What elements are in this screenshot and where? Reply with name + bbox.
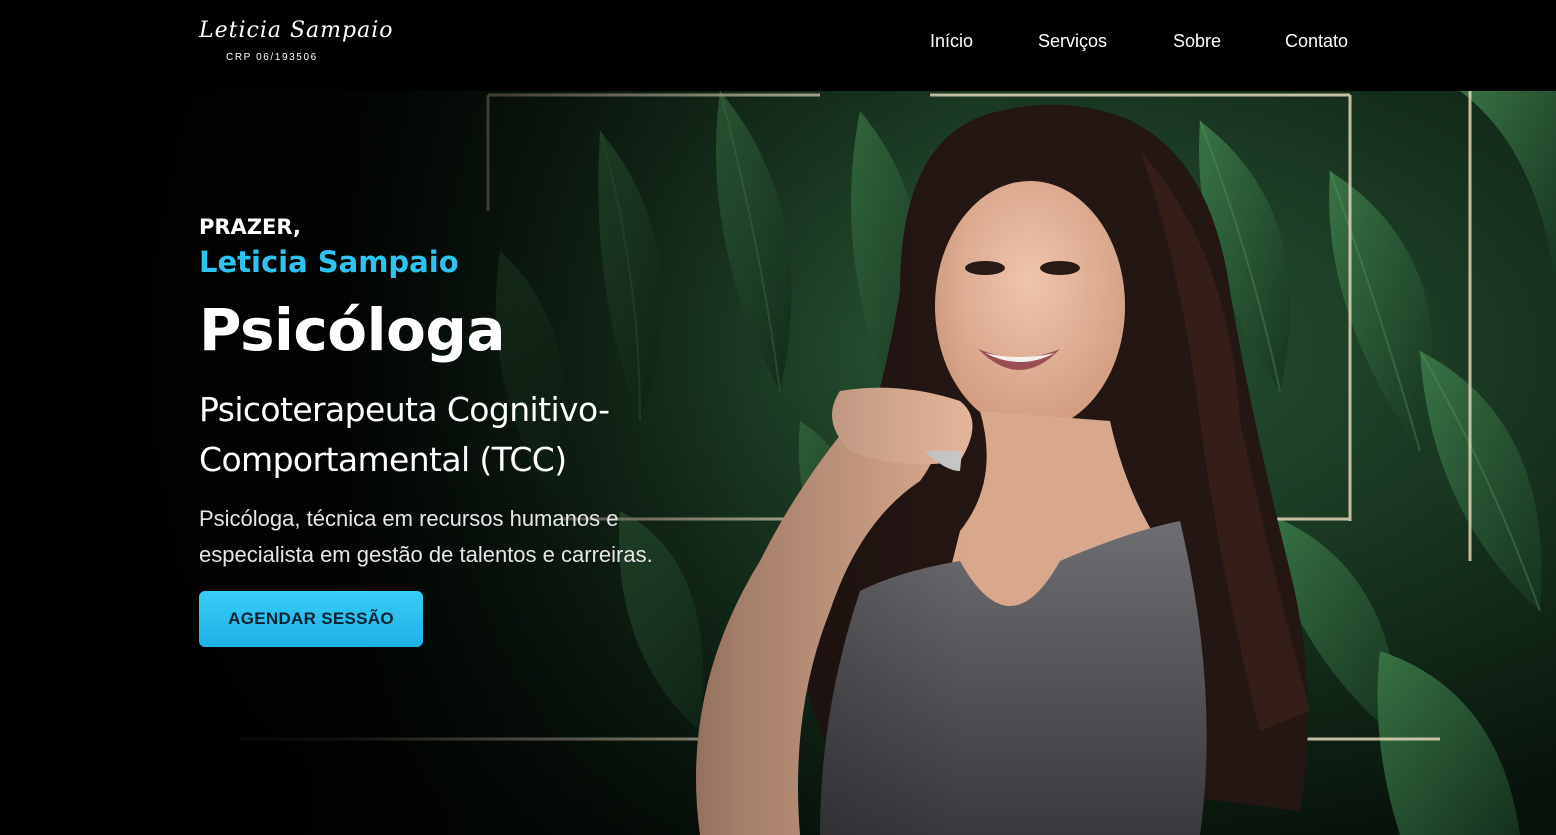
hero-subtitle: Psicoterapeuta Cognitivo-Comportamental … [199, 390, 610, 479]
hero-title: Psicóloga [199, 296, 506, 364]
nav-link-contato[interactable]: Contato [1285, 31, 1348, 52]
site-header: Leticia Sampaio CRP 06/193506 Início Ser… [0, 0, 1556, 91]
hero-description: Psicóloga, técnica em recursos humanos e… [199, 506, 653, 567]
hero-name: Leticia Sampaio [199, 245, 459, 279]
nav-link-inicio[interactable]: Início [930, 31, 973, 52]
hero-greeting: PRAZER, [199, 215, 301, 239]
schedule-session-button[interactable]: AGENDAR SESSÃO [199, 591, 423, 647]
nav-link-servicos[interactable]: Serviços [1038, 31, 1107, 52]
logo[interactable]: Leticia Sampaio CRP 06/193506 [199, 18, 393, 68]
nav-link-sobre[interactable]: Sobre [1173, 31, 1221, 52]
logo-signature: Leticia Sampaio [199, 18, 394, 43]
logo-crp: CRP 06/193506 [226, 52, 318, 63]
hero-section: PRAZER, Leticia Sampaio Psicóloga Psicot… [0, 91, 1556, 835]
